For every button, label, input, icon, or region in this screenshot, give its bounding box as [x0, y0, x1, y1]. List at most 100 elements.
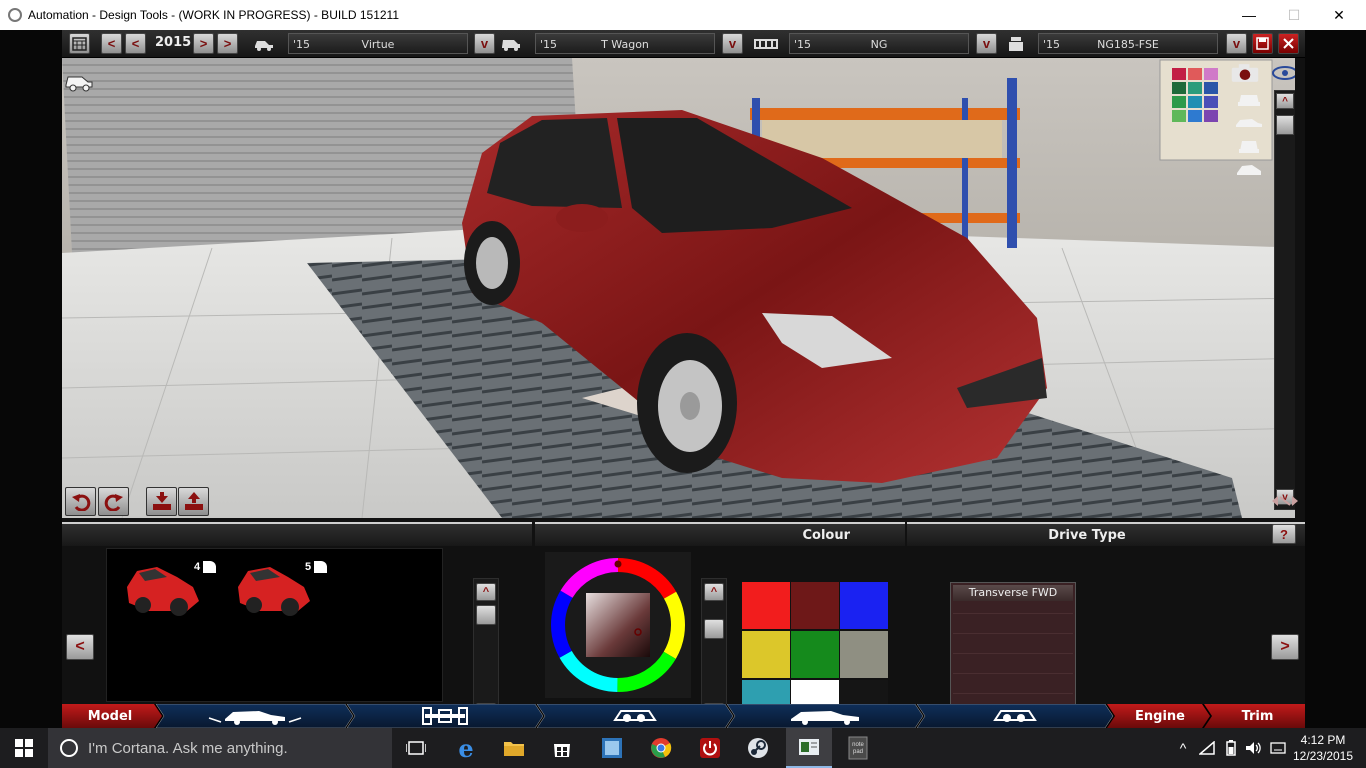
cortana-search-box[interactable]: I'm Cortana. Ask me anything. — [48, 728, 392, 768]
panel-header-variants — [102, 522, 532, 546]
scroll-up-button[interactable]: ^ — [476, 583, 496, 601]
view-mode-car-icon[interactable] — [64, 70, 94, 92]
engine-variant-icon — [1004, 34, 1028, 54]
scroll-thumb[interactable] — [476, 605, 496, 625]
steam-icon[interactable] — [738, 728, 778, 768]
edge-browser-icon[interactable]: e — [446, 728, 486, 768]
file-explorer-icon[interactable] — [494, 728, 534, 768]
save-icon[interactable] — [1252, 33, 1273, 54]
chrome-icon[interactable] — [641, 728, 681, 768]
rear-view-icon[interactable] — [1234, 136, 1264, 156]
close-button[interactable]: ✕ — [1316, 0, 1362, 30]
car-viewport[interactable]: ^ v — [62, 58, 1305, 518]
door-icon — [314, 561, 327, 573]
export-design-icon[interactable] — [178, 487, 209, 516]
year-back-fast-button[interactable]: < — [101, 33, 122, 54]
trim-wagon-icon — [499, 34, 523, 54]
zoom-up-button[interactable]: ^ — [1276, 93, 1294, 109]
close-icon[interactable] — [1278, 33, 1299, 54]
panel-prev-button[interactable]: < — [66, 634, 94, 660]
variant-scrollbar[interactable]: ^ v — [473, 578, 499, 724]
brightness-thumb[interactable] — [704, 619, 724, 639]
app-window: < < 2015 > > '15 Virtue v '15 T Wagon v … — [0, 30, 1366, 728]
undo-icon[interactable] — [65, 487, 96, 516]
panel-next-button[interactable]: > — [1271, 634, 1299, 660]
year-forward-button[interactable]: > — [193, 33, 214, 54]
three-quarter-view-icon[interactable] — [1234, 160, 1264, 180]
tab-engine[interactable]: Engine — [1113, 704, 1207, 728]
variant-5-door[interactable]: 5 — [230, 555, 330, 620]
brightness-slider[interactable]: ^ v — [701, 578, 727, 724]
maximize-button[interactable]: ☐ — [1271, 0, 1317, 30]
minimize-button[interactable]: — — [1226, 0, 1272, 30]
trim-dropdown-button[interactable]: v — [722, 33, 743, 54]
door-count: 4 — [194, 561, 201, 573]
automation-app-icon[interactable] — [786, 728, 832, 768]
colour-swatch[interactable] — [742, 631, 790, 678]
colour-swatch[interactable] — [791, 631, 839, 678]
camera-icon[interactable] — [1230, 63, 1260, 83]
body-variant-list: 4 5 — [106, 548, 443, 702]
design-stage-nav: Model Engine Trim — [62, 704, 1305, 728]
model-selector[interactable]: '15 Virtue — [288, 33, 468, 54]
help-button[interactable]: ? — [1272, 524, 1296, 544]
engine-family-dropdown-button[interactable]: v — [976, 33, 997, 54]
engine-variant-selector[interactable]: '15 NG185-FSE — [1038, 33, 1218, 54]
colour-swatch[interactable] — [791, 582, 839, 629]
tab-body-dimensions-icon[interactable] — [162, 704, 347, 728]
tab-suspension-icon[interactable] — [543, 704, 727, 728]
task-view-icon[interactable] — [396, 728, 436, 768]
keyboard-icon[interactable] — [1267, 728, 1289, 768]
clock-time: 4:12 PM — [1300, 733, 1346, 747]
drive-type-option[interactable]: Transverse FWD — [953, 585, 1073, 601]
volume-icon[interactable] — [1243, 728, 1265, 768]
engine-family-selector[interactable]: '15 NG — [789, 33, 969, 54]
network-icon[interactable] — [1196, 728, 1218, 768]
taskbar: I'm Cortana. Ask me anything. e note pad … — [0, 728, 1366, 768]
engine-family-icon — [754, 34, 778, 54]
zoom-thumb[interactable] — [1276, 115, 1294, 135]
window-title: Automation - Design Tools - (WORK IN PRO… — [28, 8, 400, 22]
brightness-up-button[interactable]: ^ — [704, 583, 724, 601]
trim-selector[interactable]: '15 T Wagon — [535, 33, 715, 54]
tab-trim[interactable]: Trim — [1210, 704, 1305, 728]
top-toolbar: < < 2015 > > '15 Virtue v '15 T Wagon v … — [62, 30, 1305, 58]
colour-wheel[interactable] — [545, 552, 691, 698]
store-icon[interactable] — [542, 728, 582, 768]
load-design-icon[interactable] — [146, 487, 177, 516]
clock[interactable]: 4:12 PM 12/23/2015 — [1290, 730, 1356, 766]
side-view-icon[interactable] — [1234, 113, 1264, 133]
panel-header-left — [62, 522, 102, 546]
windows-start-icon[interactable] — [0, 728, 48, 768]
year-back-button[interactable]: < — [125, 33, 146, 54]
expand-arrows-icon[interactable] — [1270, 491, 1300, 511]
tab-body-design-icon[interactable] — [733, 704, 917, 728]
colour-swatch[interactable] — [840, 582, 888, 629]
scene-right-edge — [1295, 58, 1305, 518]
calendar-icon[interactable] — [69, 33, 90, 54]
battery-icon[interactable] — [1220, 728, 1242, 768]
redo-icon[interactable] — [98, 487, 129, 516]
tab-fixtures-icon[interactable] — [923, 704, 1107, 728]
variant-4-door[interactable]: 4 — [119, 555, 219, 620]
tab-chassis-icon[interactable] — [353, 704, 537, 728]
colour-swatch[interactable] — [742, 582, 790, 629]
colour-swatch[interactable] — [840, 631, 888, 678]
svg-text:note: note — [852, 742, 864, 748]
search-placeholder: I'm Cortana. Ask me anything. — [88, 739, 288, 757]
engine-variant-dropdown-button[interactable]: v — [1226, 33, 1247, 54]
colour-picker[interactable] — [545, 552, 691, 698]
front-view-icon[interactable] — [1234, 89, 1264, 109]
show-hidden-icons-icon[interactable]: ^ — [1172, 728, 1194, 768]
year-forward-fast-button[interactable]: > — [217, 33, 238, 54]
car-thumbnail-icon — [127, 567, 199, 616]
door-icon — [203, 561, 216, 573]
control-panel-icon[interactable] — [592, 728, 632, 768]
car-thumbnail-icon — [238, 567, 310, 616]
zoom-slider[interactable]: ^ v — [1274, 90, 1296, 510]
power-app-icon[interactable] — [690, 728, 730, 768]
model-dropdown-button[interactable]: v — [474, 33, 495, 54]
tab-model[interactable]: Model — [62, 704, 158, 728]
notepad-icon[interactable]: note pad — [838, 728, 878, 768]
drive-type-header: Drive Type — [907, 522, 1267, 546]
